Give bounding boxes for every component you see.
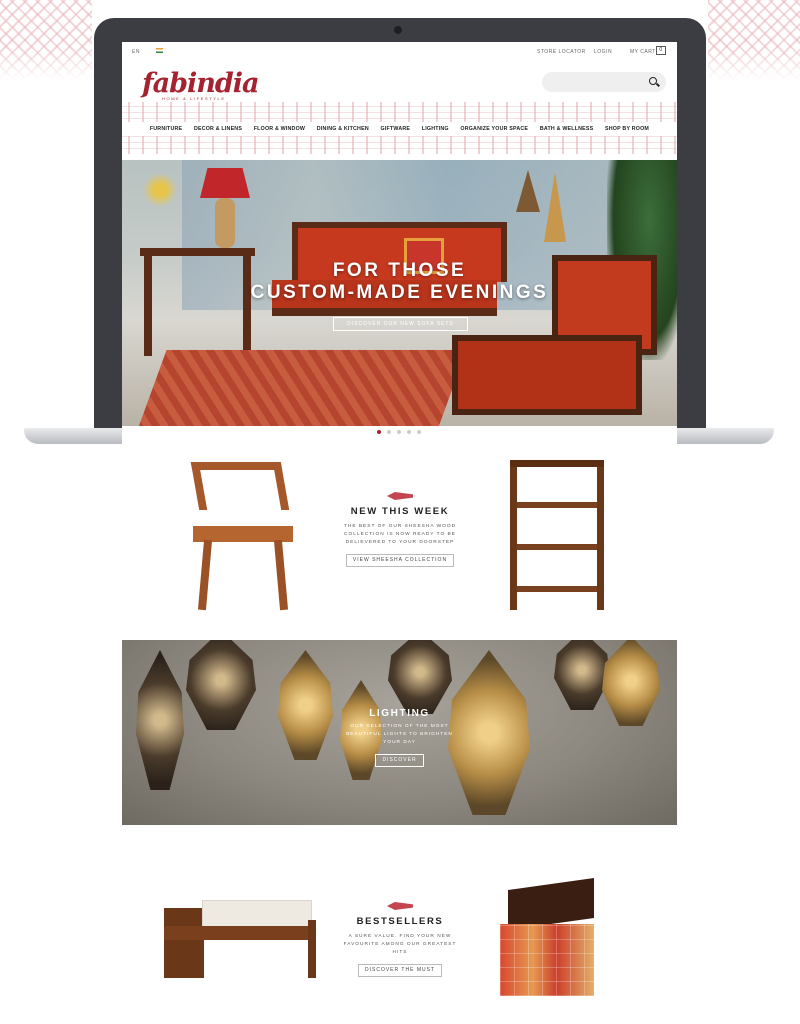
decorative-leaf-pattern-left	[0, 0, 92, 80]
carousel-dot[interactable]	[377, 430, 381, 434]
my-cart-link[interactable]: MY CART	[630, 49, 656, 55]
nav-item-decor-linens[interactable]: DECOR & LINENS	[194, 126, 242, 132]
main-navigation: FURNITURE DECOR & LINENS FLOOR & WINDOW …	[122, 122, 677, 136]
carousel-dot[interactable]	[397, 430, 401, 434]
store-locator-link[interactable]: STORE LOCATOR	[537, 49, 586, 55]
carousel-dot[interactable]	[387, 430, 391, 434]
nav-item-shop-by-room[interactable]: SHOP BY ROOM	[605, 126, 649, 132]
bench-side	[164, 908, 204, 978]
lighting-description: OUR SELECTION OF THE MOST BEAUTIFUL LIGH…	[346, 724, 453, 745]
shelf-board	[517, 502, 597, 508]
lighting-banner[interactable]: LIGHTING OUR SELECTION OF THE MOST BEAUT…	[122, 640, 677, 825]
carousel-dot[interactable]	[407, 430, 411, 434]
painted-trunk-image[interactable]	[500, 877, 594, 996]
lighting-section: LIGHTING OUR SELECTION OF THE MOST BEAUT…	[122, 702, 677, 767]
nav-item-dining-kitchen[interactable]: DINING & KITCHEN	[317, 126, 369, 132]
nav-item-bath-wellness[interactable]: BATH & WELLNESS	[540, 126, 594, 132]
carousel-dot[interactable]	[417, 430, 421, 434]
website-page: EN STORE LOCATOR LOGIN MY CART 0 fabindi…	[122, 42, 677, 1024]
discover-the-must-button[interactable]: DISCOVER THE MUST	[358, 964, 442, 977]
brand-logo[interactable]: fabindia HOME & LIFESTYLE	[142, 68, 260, 101]
lighting-title: LIGHTING	[369, 708, 430, 719]
hero-lamp-shade	[200, 168, 250, 198]
trunk-box	[500, 924, 594, 996]
new-this-week-section: NEW THIS WEEK THE BEST OF OUR SHEESHA WO…	[340, 492, 460, 567]
hero-flowers	[140, 170, 180, 210]
chair-back	[190, 462, 290, 510]
search-input[interactable]	[542, 72, 666, 92]
logo-wordmark: fabindia	[142, 68, 260, 99]
new-this-week-title: NEW THIS WEEK	[350, 506, 450, 517]
shelf-board	[517, 544, 597, 550]
cart-count-badge[interactable]: 0	[656, 46, 666, 55]
carousel-dots	[377, 430, 421, 434]
trunk-lid	[508, 877, 594, 931]
bench-frame	[164, 926, 316, 940]
chair-leg	[197, 539, 213, 611]
search-icon[interactable]	[649, 77, 657, 85]
india-flag-icon[interactable]	[156, 48, 163, 53]
hero-title: FOR THOSE CUSTOM-MADE EVENINGS	[250, 260, 549, 303]
chair-leg	[273, 539, 289, 611]
sheesha-bookshelf-image[interactable]	[510, 460, 604, 610]
sheesha-chair-image[interactable]	[187, 462, 302, 612]
new-this-week-description: THE BEST OF OUR SHEESHA WOOD COLLECTION …	[343, 524, 457, 545]
hero-armchair-seat	[452, 335, 642, 415]
decorative-leaf-pattern-right	[708, 0, 800, 80]
bench-leg	[308, 920, 316, 978]
hero-lamp-base	[215, 198, 235, 248]
nav-item-furniture[interactable]: FURNITURE	[150, 126, 182, 132]
nav-item-lighting[interactable]: LIGHTING	[422, 126, 449, 132]
bestsellers-section: BESTSELLERS A SURE VALUE. FIND YOUR NEW …	[342, 902, 458, 977]
view-sheesha-collection-button[interactable]: VIEW SHEESHA COLLECTION	[345, 554, 455, 567]
login-link[interactable]: LOGIN	[594, 49, 612, 55]
nav-item-floor-window[interactable]: FLOOR & WINDOW	[254, 126, 305, 132]
language-selector[interactable]: EN	[132, 49, 140, 55]
discover-sofa-sets-button[interactable]: DISCOVER OUR NEW SOFA SETS	[333, 317, 468, 331]
laptop-camera	[394, 26, 402, 34]
lantern-image	[554, 640, 610, 710]
shelf-board	[517, 586, 597, 592]
bestsellers-description: A SURE VALUE. FIND YOUR NEW FAVOURITE AM…	[343, 934, 457, 955]
nav-item-organize-space[interactable]: ORGANIZE YOUR SPACE	[460, 126, 528, 132]
leaf-motif-icon	[387, 902, 413, 910]
leaf-motif-icon	[387, 492, 413, 500]
hero-banner[interactable]: FOR THOSE CUSTOM-MADE EVENINGS DISCOVER …	[122, 160, 677, 426]
bestsellers-title: BESTSELLERS	[356, 916, 444, 927]
discover-lighting-button[interactable]: DISCOVER	[375, 754, 424, 767]
hero-rug	[137, 350, 467, 426]
bench-sofa-image[interactable]	[164, 898, 316, 978]
utility-bar: EN STORE LOCATOR LOGIN MY CART 0	[122, 42, 677, 60]
nav-item-giftware[interactable]: GIFTWARE	[381, 126, 411, 132]
